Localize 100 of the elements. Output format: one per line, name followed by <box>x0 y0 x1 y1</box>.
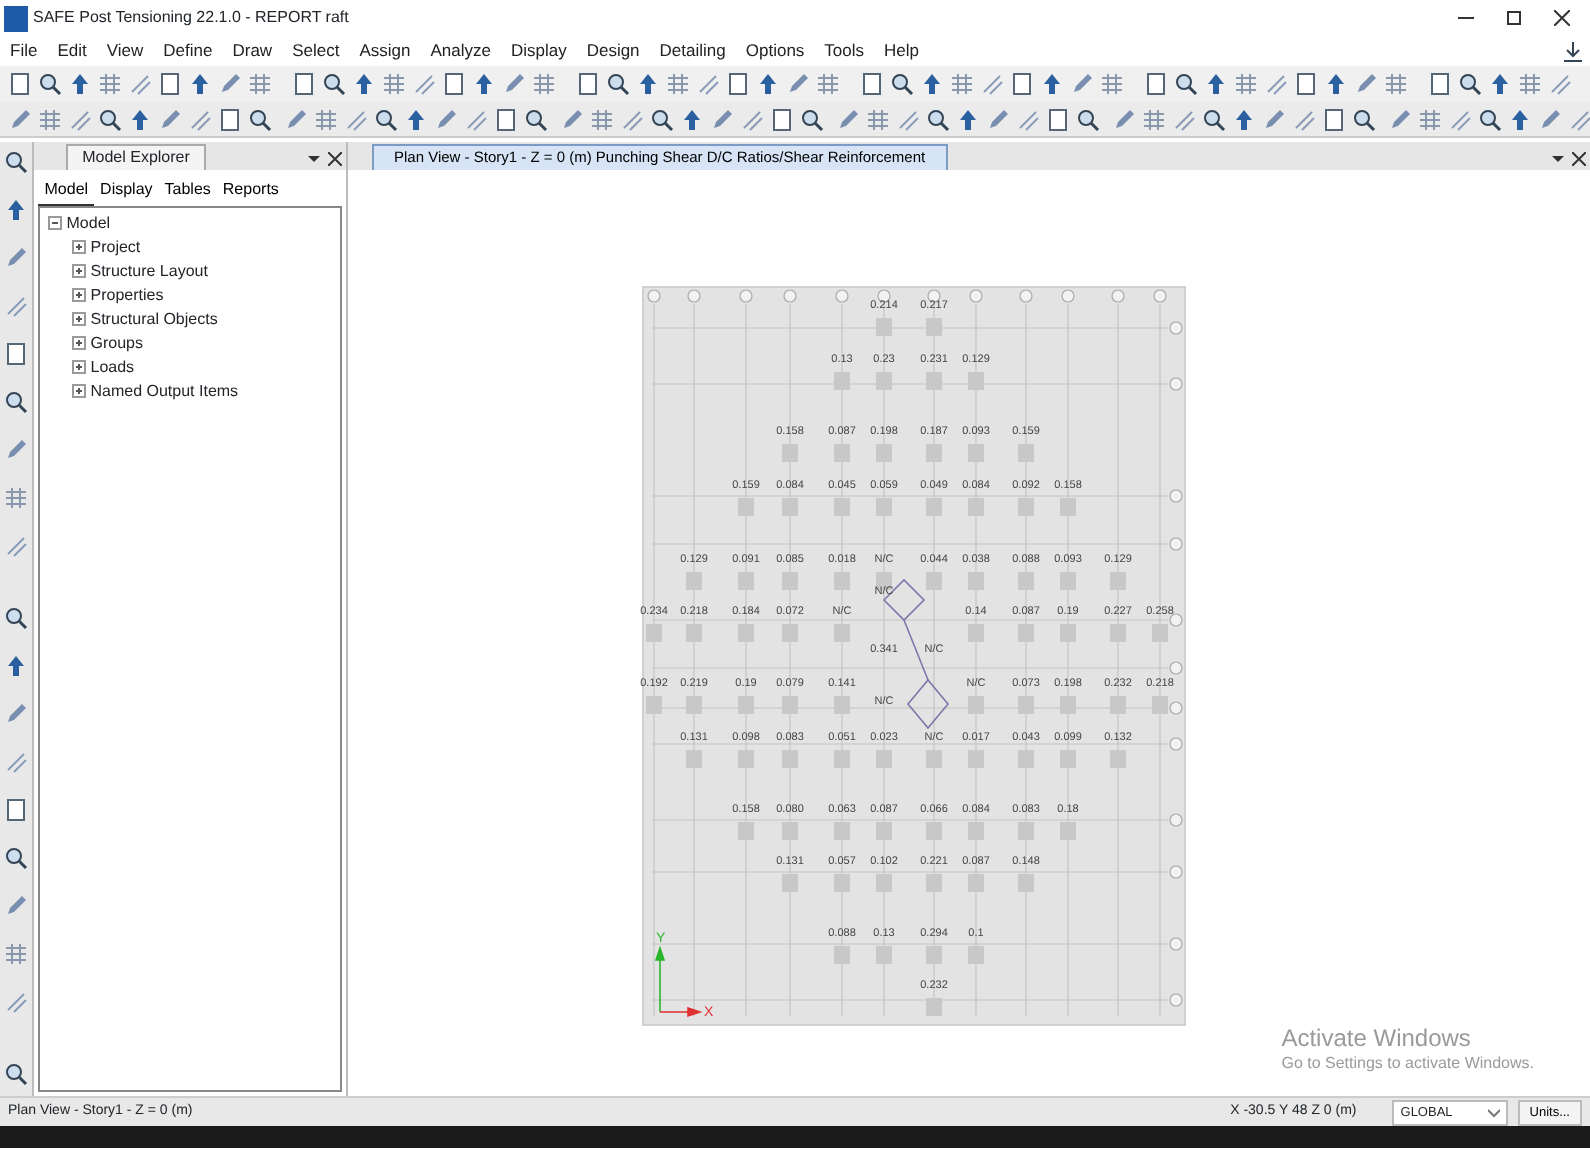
pencil-icon[interactable] <box>786 72 810 96</box>
pencil-icon[interactable] <box>1262 107 1286 131</box>
pencil-icon[interactable] <box>710 107 734 131</box>
arrow-icon[interactable] <box>4 198 28 223</box>
expand-icon[interactable] <box>72 360 86 374</box>
page-icon[interactable] <box>4 798 28 823</box>
zoom-icon[interactable] <box>4 390 28 415</box>
close-icon[interactable] <box>1572 151 1586 166</box>
zoom-icon[interactable] <box>890 72 914 96</box>
explorer-tab[interactable]: Reports <box>216 175 285 205</box>
menu-item[interactable]: Options <box>735 36 815 66</box>
arrow-icon[interactable] <box>1488 72 1512 96</box>
zoom-icon[interactable] <box>1202 107 1226 131</box>
page-icon[interactable] <box>292 72 316 96</box>
zoom-icon[interactable] <box>606 72 630 96</box>
tree-item[interactable]: Model <box>66 211 111 235</box>
pencil-icon[interactable] <box>284 107 308 131</box>
pencil-icon[interactable] <box>1070 72 1094 96</box>
menu-item[interactable]: Draw <box>222 36 283 66</box>
maximize-icon[interactable] <box>1505 10 1522 27</box>
tree-item[interactable]: Named Output Items <box>90 379 239 403</box>
pencil-icon[interactable] <box>1354 72 1378 96</box>
zoom-icon[interactable] <box>322 72 346 96</box>
arrow-icon[interactable] <box>1232 107 1256 131</box>
arrow-icon[interactable] <box>472 72 496 96</box>
grid-icon[interactable] <box>1234 72 1258 96</box>
pencil-icon[interactable] <box>434 107 458 131</box>
tree-item[interactable]: Groups <box>90 331 143 355</box>
arrow-icon[interactable] <box>404 107 428 131</box>
grid-icon[interactable] <box>532 72 556 96</box>
zoom-icon[interactable] <box>38 72 62 96</box>
arrow-icon[interactable] <box>188 72 212 96</box>
close-icon[interactable] <box>328 151 342 166</box>
page-icon[interactable] <box>770 107 794 131</box>
menu-item[interactable]: Tools <box>814 36 875 66</box>
arrow-icon[interactable] <box>756 72 780 96</box>
grid-icon[interactable] <box>1518 72 1542 96</box>
zoom-icon[interactable] <box>1478 107 1502 131</box>
arrow-icon[interactable] <box>1324 72 1348 96</box>
grid-icon[interactable] <box>1384 72 1408 96</box>
expand-icon[interactable] <box>72 264 86 278</box>
page-icon[interactable] <box>1294 72 1318 96</box>
zoom-icon[interactable] <box>4 1062 28 1087</box>
pencil-icon[interactable] <box>8 107 32 131</box>
pencil-icon[interactable] <box>1112 107 1136 131</box>
zoom-icon[interactable] <box>800 107 824 131</box>
tree-item[interactable]: Project <box>90 235 141 259</box>
menu-item[interactable]: Define <box>153 36 223 66</box>
page-icon[interactable] <box>218 107 242 131</box>
grid-icon[interactable] <box>98 72 122 96</box>
menu-item[interactable]: Display <box>500 36 577 66</box>
expand-icon[interactable] <box>72 312 86 326</box>
grid-icon[interactable] <box>1100 72 1124 96</box>
page-icon[interactable] <box>726 72 750 96</box>
pencil-icon[interactable] <box>4 246 28 271</box>
arrow-icon[interactable] <box>4 654 28 679</box>
page-icon[interactable] <box>1010 72 1034 96</box>
arrow-icon[interactable] <box>128 107 152 131</box>
grid-icon[interactable] <box>950 72 974 96</box>
zoom-icon[interactable] <box>248 107 272 131</box>
zoom-icon[interactable] <box>1174 72 1198 96</box>
arrow-icon[interactable] <box>680 107 704 131</box>
page-icon[interactable] <box>1144 72 1168 96</box>
page-icon[interactable] <box>494 107 518 131</box>
page-icon[interactable] <box>4 342 28 367</box>
zoom-icon[interactable] <box>524 107 548 131</box>
arrow-icon[interactable] <box>1508 107 1532 131</box>
zoom-icon[interactable] <box>650 107 674 131</box>
arrow-icon[interactable] <box>68 72 92 96</box>
page-icon[interactable] <box>1428 72 1452 96</box>
expand-icon[interactable] <box>72 240 86 254</box>
pencil-icon[interactable] <box>4 702 28 727</box>
page-icon[interactable] <box>442 72 466 96</box>
zoom-icon[interactable] <box>4 150 28 175</box>
zoom-icon[interactable] <box>1352 107 1376 131</box>
grid-icon[interactable] <box>666 72 690 96</box>
tree-item[interactable]: Properties <box>90 283 164 307</box>
pencil-icon[interactable] <box>4 894 28 919</box>
menu-item[interactable]: Select <box>282 36 350 66</box>
page-icon[interactable] <box>158 72 182 96</box>
tree-item[interactable]: Structure Layout <box>90 259 208 283</box>
pencil-icon[interactable] <box>158 107 182 131</box>
explorer-tab[interactable]: Tables <box>158 175 217 205</box>
expand-icon[interactable] <box>72 336 86 350</box>
page-icon[interactable] <box>1322 107 1346 131</box>
menu-item[interactable]: Help <box>874 36 929 66</box>
expand-icon[interactable] <box>72 288 86 302</box>
zoom-icon[interactable] <box>1076 107 1100 131</box>
menu-item[interactable]: Detailing <box>649 36 736 66</box>
pencil-icon[interactable] <box>1538 107 1562 131</box>
pencil-icon[interactable] <box>986 107 1010 131</box>
arrow-icon[interactable] <box>956 107 980 131</box>
grid-icon[interactable] <box>816 72 840 96</box>
zoom-icon[interactable] <box>4 606 28 631</box>
arrow-icon[interactable] <box>352 72 376 96</box>
close-icon[interactable] <box>1553 10 1570 27</box>
explorer-tab[interactable]: Display <box>94 175 159 205</box>
menu-item[interactable]: View <box>96 36 154 66</box>
menu-item[interactable]: Analyze <box>420 36 501 66</box>
menu-item[interactable]: Design <box>576 36 650 66</box>
